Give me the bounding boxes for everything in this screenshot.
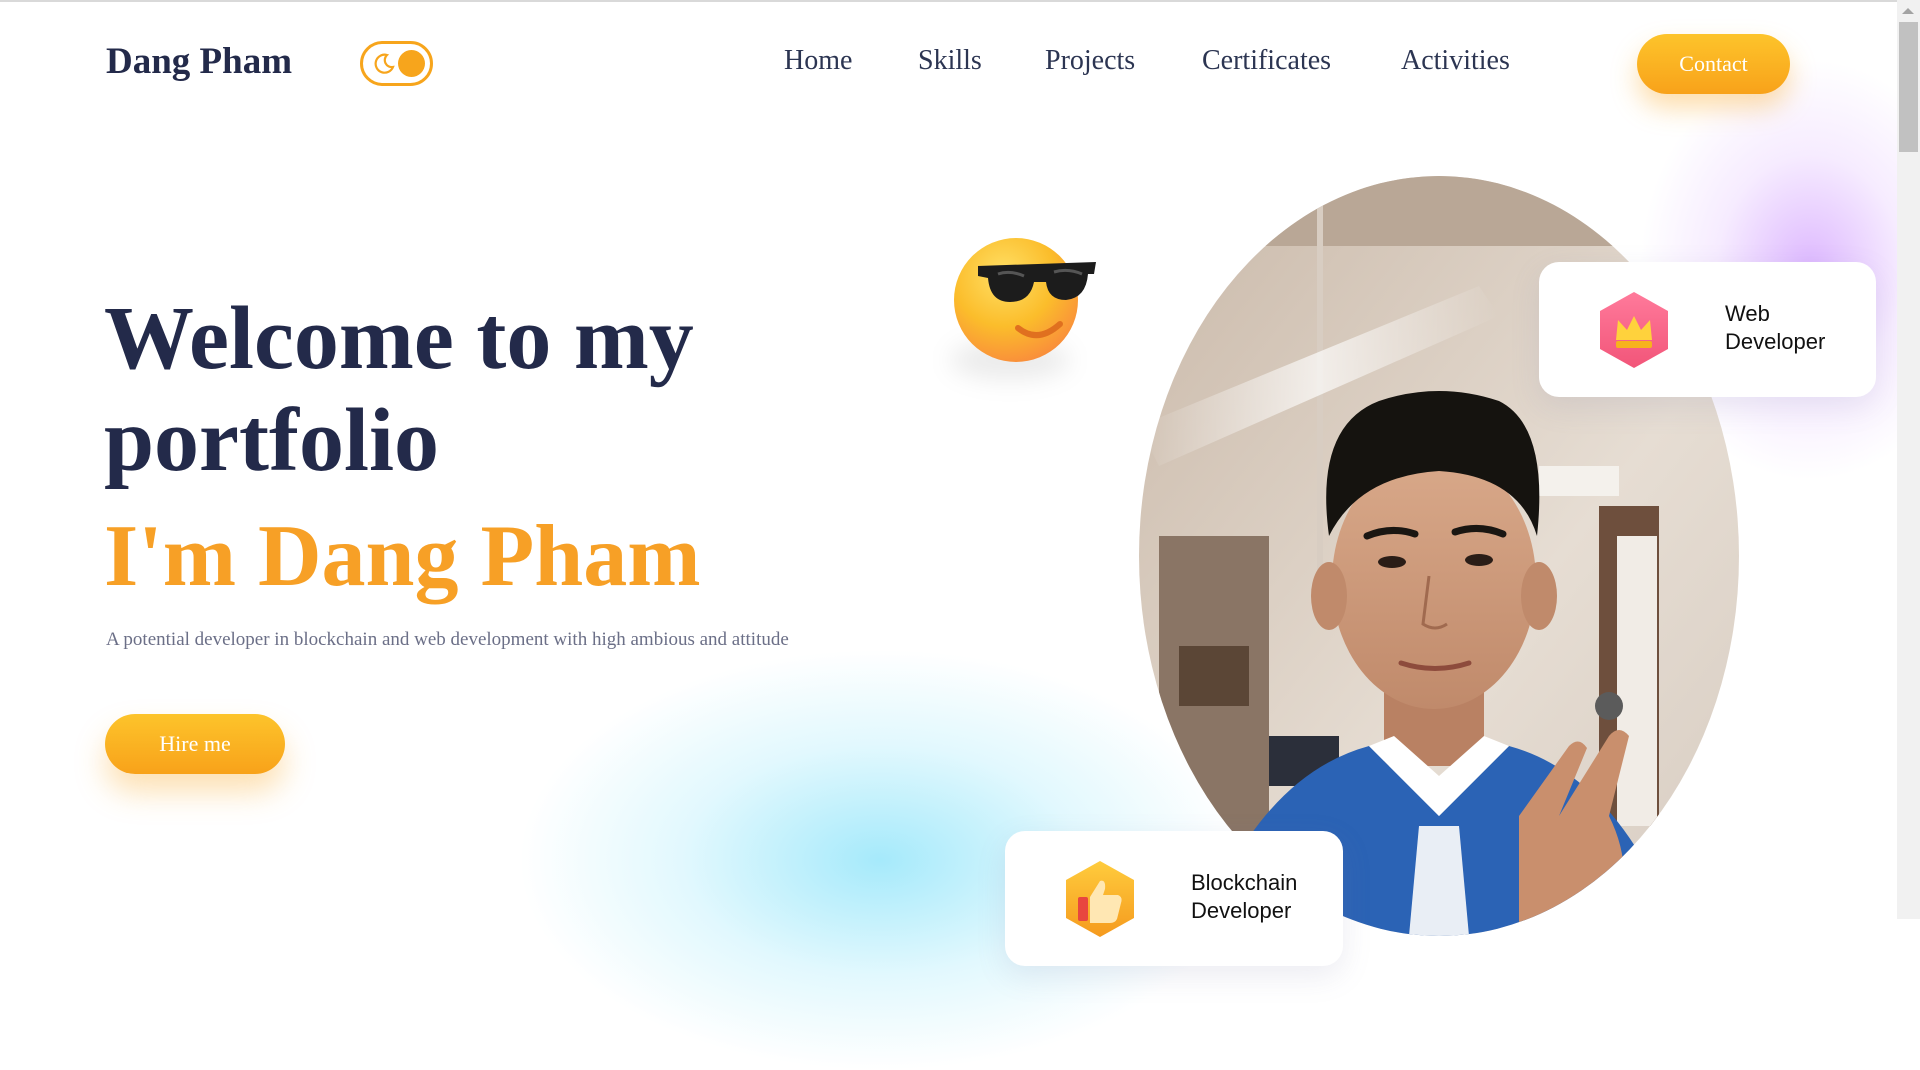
nav-activities[interactable]: Activities [1401,45,1510,77]
site-logo[interactable]: Dang Pham [106,40,292,83]
contact-button[interactable]: Contact [1637,34,1790,94]
scroll-up-arrow-icon[interactable] [1902,8,1914,14]
hero-title-line1: Welcome to my [104,289,694,388]
hero-title: Welcome to my portfolio [104,288,864,492]
hire-me-button[interactable]: Hire me [105,714,285,774]
scrollbar-thumb[interactable] [1899,22,1918,152]
hero-title-line2: portfolio [104,391,439,490]
web-developer-card: Web Developer [1539,262,1876,397]
thumbs-up-icon [1066,861,1134,937]
hero-subtitle: A potential developer in blockchain and … [106,629,789,650]
crown-icon [1600,292,1668,368]
blockchain-developer-label: Blockchain Developer [1191,870,1298,923]
blockchain-developer-card: Blockchain Developer [1005,831,1343,966]
theme-toggle[interactable] [360,41,433,86]
nav-certificates[interactable]: Certificates [1202,45,1331,77]
moon-icon [374,53,395,74]
window-top-border [0,0,1920,2]
nav-home[interactable]: Home [784,45,852,77]
hero-name: I'm Dang Pham [104,508,701,605]
sunglasses-emoji-icon [954,238,1096,362]
nav-projects[interactable]: Projects [1045,45,1135,77]
web-developer-label: Web Developer [1725,301,1826,354]
toggle-knob [398,50,425,77]
nav-skills[interactable]: Skills [918,45,982,77]
